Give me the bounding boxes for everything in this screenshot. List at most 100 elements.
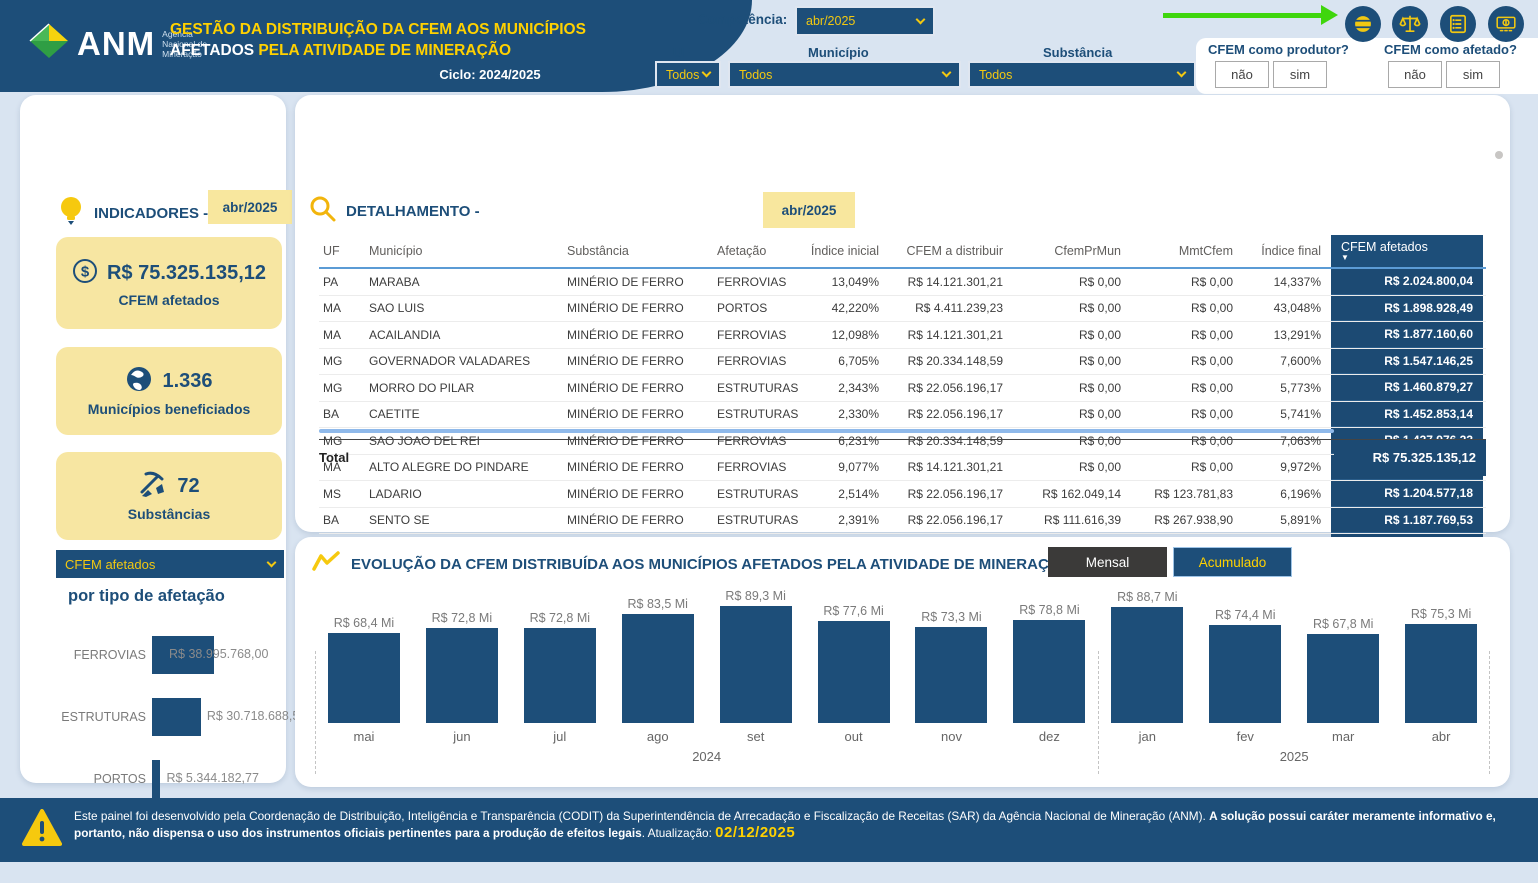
produtor-nao-button[interactable]: não xyxy=(1215,61,1269,88)
table-cell: MORRO DO PILAR xyxy=(365,375,563,401)
evolution-bar-cell[interactable]: R$ 89,3 Miset xyxy=(707,589,805,749)
column-header[interactable]: CFEM a distribuir xyxy=(889,235,1013,267)
svg-text:$: $ xyxy=(81,264,90,281)
table-cell: R$ 22.056.196,17 xyxy=(889,375,1013,401)
table-row[interactable]: MASAO LUISMINÉRIO DE FERROPORTOS42,220%R… xyxy=(319,296,1486,323)
column-header[interactable]: MmtCfem xyxy=(1131,235,1243,267)
value-label: R$ 68,4 Mi xyxy=(334,616,394,630)
afetado-sim-button[interactable]: sim xyxy=(1446,61,1500,88)
table-row[interactable]: MGGOVERNADOR VALADARESMINÉRIO DE FERROFE… xyxy=(319,349,1486,376)
bar[interactable] xyxy=(622,614,694,723)
table-cell: R$ 0,00 xyxy=(1131,349,1243,375)
bar[interactable] xyxy=(915,627,987,723)
bar[interactable] xyxy=(1405,624,1477,723)
municipio-label: Município xyxy=(808,45,869,60)
table-cell: 13,291% xyxy=(1243,322,1331,348)
evolution-bar-cell[interactable]: R$ 74,4 Mifev xyxy=(1196,589,1294,749)
month-label: mar xyxy=(1332,729,1354,749)
bar[interactable] xyxy=(524,628,596,723)
total-value: R$ 75.325.135,12 xyxy=(1334,440,1486,476)
scales-icon[interactable] xyxy=(1392,6,1428,42)
bar[interactable] xyxy=(1013,620,1085,723)
indicators-header: INDICADORES - xyxy=(58,195,208,232)
table-cell: MG xyxy=(319,349,365,375)
bar[interactable] xyxy=(152,698,201,736)
evolution-bar-cell[interactable]: R$ 73,3 Minov xyxy=(903,589,1001,749)
column-header[interactable]: Índice final xyxy=(1243,235,1331,267)
table-row[interactable]: MAACAILANDIAMINÉRIO DE FERROFERROVIAS12,… xyxy=(319,322,1486,349)
report-icon[interactable] xyxy=(1440,6,1476,42)
category-label: PORTOS xyxy=(46,772,146,786)
substancia-value: Todos xyxy=(979,68,1012,82)
evolution-bar-cell[interactable]: R$ 75,3 Miabr xyxy=(1392,589,1490,749)
column-header[interactable]: Afetação xyxy=(713,235,807,267)
competencia-dropdown[interactable]: abr/2025 xyxy=(795,6,935,36)
lightbulb-icon xyxy=(58,195,84,232)
table-row[interactable]: BACAETITEMINÉRIO DE FERROESTRUTURAS2,330… xyxy=(319,402,1486,429)
column-header[interactable]: UF xyxy=(319,235,365,267)
month-label: jun xyxy=(453,729,470,749)
month-label: jan xyxy=(1139,729,1156,749)
evolution-bar-cell[interactable]: R$ 88,7 Mijan xyxy=(1098,589,1196,749)
table-row[interactable]: MGMORRO DO PILARMINÉRIO DE FERROESTRUTUR… xyxy=(319,375,1486,402)
month-label: mai xyxy=(353,729,374,749)
horizontal-scrollbar[interactable] xyxy=(319,429,1334,433)
afetado-nao-button[interactable]: não xyxy=(1388,61,1442,88)
table-row[interactable]: MSLADARIOMINÉRIO DE FERROESTRUTURAS2,514… xyxy=(319,481,1486,508)
vertical-scrollbar[interactable] xyxy=(1495,151,1503,159)
bar[interactable] xyxy=(818,621,890,723)
mensal-button[interactable]: Mensal xyxy=(1048,547,1167,577)
table-row[interactable]: BASENTO SEMINÉRIO DE FERROESTRUTURAS2,39… xyxy=(319,508,1486,535)
municipio-dropdown[interactable]: Todos xyxy=(728,61,961,88)
evolution-bar-cell[interactable]: R$ 72,8 Mijul xyxy=(511,589,609,749)
table-cell: MINÉRIO DE FERRO xyxy=(563,349,713,375)
evolution-bar-cell[interactable]: R$ 78,8 Midez xyxy=(1000,589,1098,749)
value-label: R$ 30.718.688,52 xyxy=(207,709,306,723)
acumulado-button[interactable]: Acumulado xyxy=(1173,547,1292,577)
table-cell: R$ 1.547.146,25 xyxy=(1331,349,1483,375)
afetacao-chart-subtitle: por tipo de afetação xyxy=(68,587,225,606)
table-cell: ESTRUTURAS xyxy=(713,508,807,534)
bar[interactable] xyxy=(1307,634,1379,723)
payment-icon[interactable] xyxy=(1488,6,1524,42)
bar[interactable] xyxy=(1111,607,1183,723)
uf-dropdown[interactable]: Todos xyxy=(655,61,721,88)
evolution-bar-cell[interactable]: R$ 68,4 Mi mai xyxy=(315,589,413,749)
table-cell: ACAILANDIA xyxy=(365,322,563,348)
evolution-bar-cell[interactable]: R$ 72,8 Mijun xyxy=(413,589,511,749)
evolution-bar-cell[interactable]: R$ 67,8 Mimar xyxy=(1294,589,1392,749)
table-cell: R$ 0,00 xyxy=(1131,375,1243,401)
table-row[interactable]: PAMARABAMINÉRIO DE FERROFERROVIAS13,049%… xyxy=(319,269,1486,296)
column-header[interactable]: Índice inicial xyxy=(807,235,889,267)
column-header[interactable]: CFEM afetados▼ xyxy=(1331,235,1483,267)
produtor-sim-button[interactable]: sim xyxy=(1273,61,1327,88)
bar[interactable] xyxy=(328,633,400,723)
bar[interactable] xyxy=(152,760,160,798)
table-cell: MINÉRIO DE FERRO xyxy=(563,269,713,295)
evolution-bar-cell[interactable]: R$ 83,5 Miago xyxy=(609,589,707,749)
bar[interactable] xyxy=(426,628,498,723)
globe-icon xyxy=(125,365,153,398)
table-cell: R$ 0,00 xyxy=(1131,269,1243,295)
table-cell: 6,705% xyxy=(807,349,889,375)
bar-zone: R$ 30.718.688,52 xyxy=(152,697,282,737)
detail-header: DETALHAMENTO - xyxy=(309,195,480,228)
table-cell: ESTRUTURAS xyxy=(713,481,807,507)
year-label: 2024 xyxy=(315,749,1098,771)
metric-dropdown[interactable]: CFEM afetados xyxy=(56,550,284,578)
table-cell: R$ 14.121.301,21 xyxy=(889,322,1013,348)
column-header[interactable]: Substância xyxy=(563,235,713,267)
column-header[interactable]: Município xyxy=(365,235,563,267)
table-cell: R$ 1.460.879,27 xyxy=(1331,375,1483,401)
bar[interactable] xyxy=(720,606,792,723)
table-cell: PORTOS xyxy=(713,296,807,322)
world-icon[interactable] xyxy=(1345,6,1381,42)
evolution-bar-cell[interactable]: R$ 77,6 Miout xyxy=(805,589,903,749)
month-label: out xyxy=(845,729,863,749)
table-cell: R$ 0,00 xyxy=(1013,296,1131,322)
bar[interactable] xyxy=(1209,625,1281,723)
year-separator xyxy=(315,651,316,774)
column-header[interactable]: CfemPrMun xyxy=(1013,235,1131,267)
substancia-dropdown[interactable]: Todos xyxy=(968,61,1196,88)
evolution-bars: R$ 68,4 MimaiR$ 72,8 MijunR$ 72,8 MijulR… xyxy=(315,589,1490,749)
